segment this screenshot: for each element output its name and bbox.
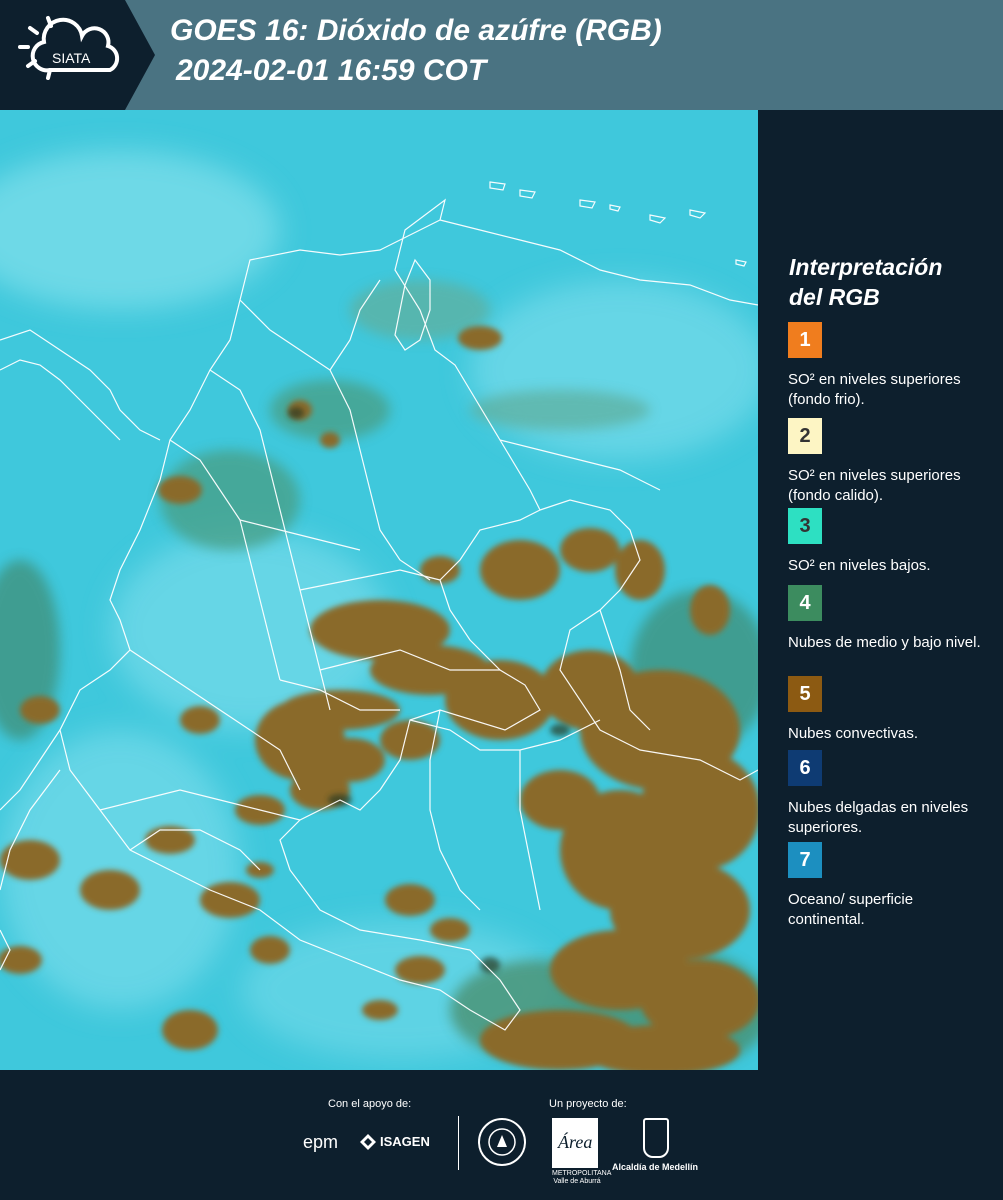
siata-logo-text: SIATA	[52, 50, 91, 66]
legend-swatch-6: 6	[788, 750, 822, 786]
legend-item-1: 1 SO² en niveles superiores (fondo frio)…	[788, 322, 993, 410]
legend-swatch-4: 4	[788, 585, 822, 621]
legend-text-5: Nubes convectivas.	[788, 725, 919, 742]
epm-logo[interactable]: epm	[303, 1132, 338, 1153]
footer-divider	[458, 1116, 459, 1170]
legend-swatch-5: 5	[788, 676, 822, 712]
medellin-seal-icon[interactable]	[478, 1118, 526, 1166]
area-logo-text: Área	[557, 1131, 592, 1152]
legend-title: Interpretación del RGB	[789, 252, 989, 312]
project-label: Un proyecto de:	[549, 1098, 627, 1110]
support-label: Con el apoyo de:	[328, 1098, 412, 1110]
map-timestamp: 2024-02-01 16:59 COT	[176, 54, 487, 87]
footer: Con el apoyo de: Un proyecto de: epm ISA…	[0, 1070, 1003, 1200]
legend-text-4: Nubes de medio y bajo nivel.	[788, 634, 981, 651]
area-metropolitana-logo[interactable]: Área	[552, 1118, 598, 1168]
isagen-logo[interactable]: ISAGEN	[380, 1134, 430, 1149]
area-subtext: METROPOLITANA Valle de Aburrá	[552, 1170, 612, 1185]
legend-text-6: Nubes delgadas en niveles superiores.	[788, 799, 969, 836]
legend-title-line1: Interpretación	[789, 254, 943, 280]
siata-logo[interactable]: SIATA	[0, 0, 155, 110]
legend-item-4: 4 Nubes de medio y bajo nivel.	[788, 585, 993, 653]
map-title: GOES 16: Dióxido de azúfre (RGB)	[170, 14, 662, 47]
legend-item-6: 6 Nubes delgadas en niveles superiores.	[788, 750, 993, 838]
legend-swatch-7: 7	[788, 842, 822, 878]
legend-swatch-3: 3	[788, 508, 822, 544]
legend-text-7: Oceano/ superficie continental.	[788, 891, 914, 928]
legend-title-line2: del RGB	[789, 284, 880, 310]
header-bar: SIATA GOES 16: Dióxido de azúfre (RGB) 2…	[0, 0, 1003, 110]
legend-panel: Interpretación del RGB 1 SO² en niveles …	[760, 110, 1003, 1070]
legend-item-3: 3 SO² en niveles bajos.	[788, 508, 993, 576]
alcaldia-crest-icon[interactable]	[643, 1118, 669, 1158]
isagen-icon	[360, 1134, 376, 1150]
legend-item-5: 5 Nubes convectivas.	[788, 676, 993, 744]
legend-item-7: 7 Oceano/ superficie continental.	[788, 842, 993, 930]
legend-swatch-2: 2	[788, 418, 822, 454]
satellite-map[interactable]	[0, 110, 758, 1070]
legend-text-3: SO² en niveles bajos.	[788, 557, 931, 574]
legend-item-2: 2 SO² en niveles superiores (fondo calid…	[788, 418, 993, 516]
legend-swatch-1: 1	[788, 322, 822, 358]
legend-text-1: SO² en niveles superiores (fondo frio).	[788, 371, 961, 408]
alcaldia-text: Alcaldía de Medellín	[612, 1162, 699, 1172]
